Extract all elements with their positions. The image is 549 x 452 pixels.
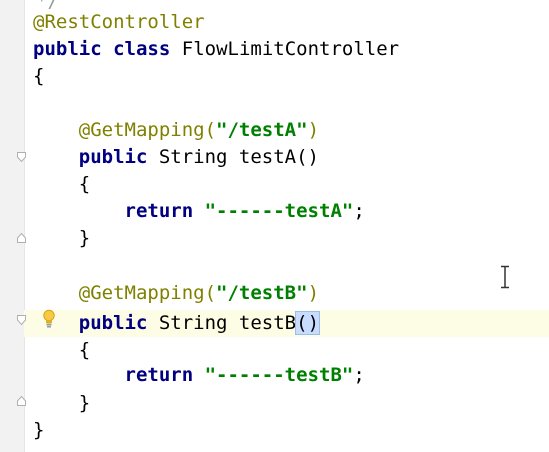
method-annotation: @GetMapping( — [78, 119, 217, 141]
semicolon: ; — [353, 364, 365, 386]
method-annotation-close: ) — [307, 282, 320, 304]
code-line[interactable]: public String testB() — [33, 310, 321, 337]
class-name: FlowLimitController — [181, 38, 400, 60]
close-brace: } — [33, 419, 45, 441]
method-signature: String testA() — [147, 146, 319, 168]
open-brace: { — [78, 339, 91, 361]
keyword-public: public — [78, 146, 148, 168]
open-brace: { — [78, 173, 91, 195]
method-annotation: @GetMapping( — [78, 282, 217, 304]
fold-marker-icon[interactable] — [17, 315, 26, 325]
code-line[interactable]: { — [33, 63, 44, 90]
mapping-path: "/testA" — [216, 119, 308, 141]
matched-parens: () — [295, 311, 321, 335]
keyword-class: class — [113, 38, 171, 60]
class-annotation: @RestController — [33, 11, 205, 33]
method-annotation-close: ) — [307, 119, 320, 141]
code-line[interactable]: { — [33, 337, 90, 364]
code-line[interactable]: @GetMapping("/testB") — [33, 280, 319, 307]
code-line[interactable]: } — [33, 417, 44, 444]
keyword-return: return — [124, 364, 194, 386]
return-string: "------testB" — [204, 364, 354, 386]
return-string: "------testA" — [204, 200, 354, 222]
code-line[interactable]: } — [33, 390, 90, 417]
code-line[interactable]: public class FlowLimitController — [33, 36, 399, 63]
code-line[interactable]: { — [33, 171, 90, 198]
text-cursor-icon — [498, 265, 512, 289]
open-brace: { — [33, 65, 45, 87]
fold-marker-icon[interactable] — [17, 152, 26, 162]
code-line[interactable]: return "------testB"; — [33, 362, 365, 389]
keyword-return: return — [124, 200, 194, 222]
editor-gutter — [0, 0, 25, 452]
mapping-path: "/testB" — [216, 282, 308, 304]
close-brace: } — [78, 392, 91, 414]
semicolon: ; — [353, 200, 365, 222]
method-signature: String testB — [147, 312, 297, 334]
code-line[interactable]: public String testA() — [33, 144, 319, 171]
code-line[interactable]: } — [33, 225, 90, 252]
close-brace: } — [78, 227, 91, 249]
keyword-public: public — [33, 38, 102, 60]
code-line[interactable]: @RestController — [33, 9, 205, 36]
keyword-public: public — [78, 312, 148, 334]
fold-marker-icon[interactable] — [17, 396, 26, 406]
code-line[interactable]: return "------testA"; — [33, 198, 365, 225]
fold-marker-icon[interactable] — [17, 233, 26, 243]
code-line[interactable]: @GetMapping("/testA") — [33, 117, 319, 144]
